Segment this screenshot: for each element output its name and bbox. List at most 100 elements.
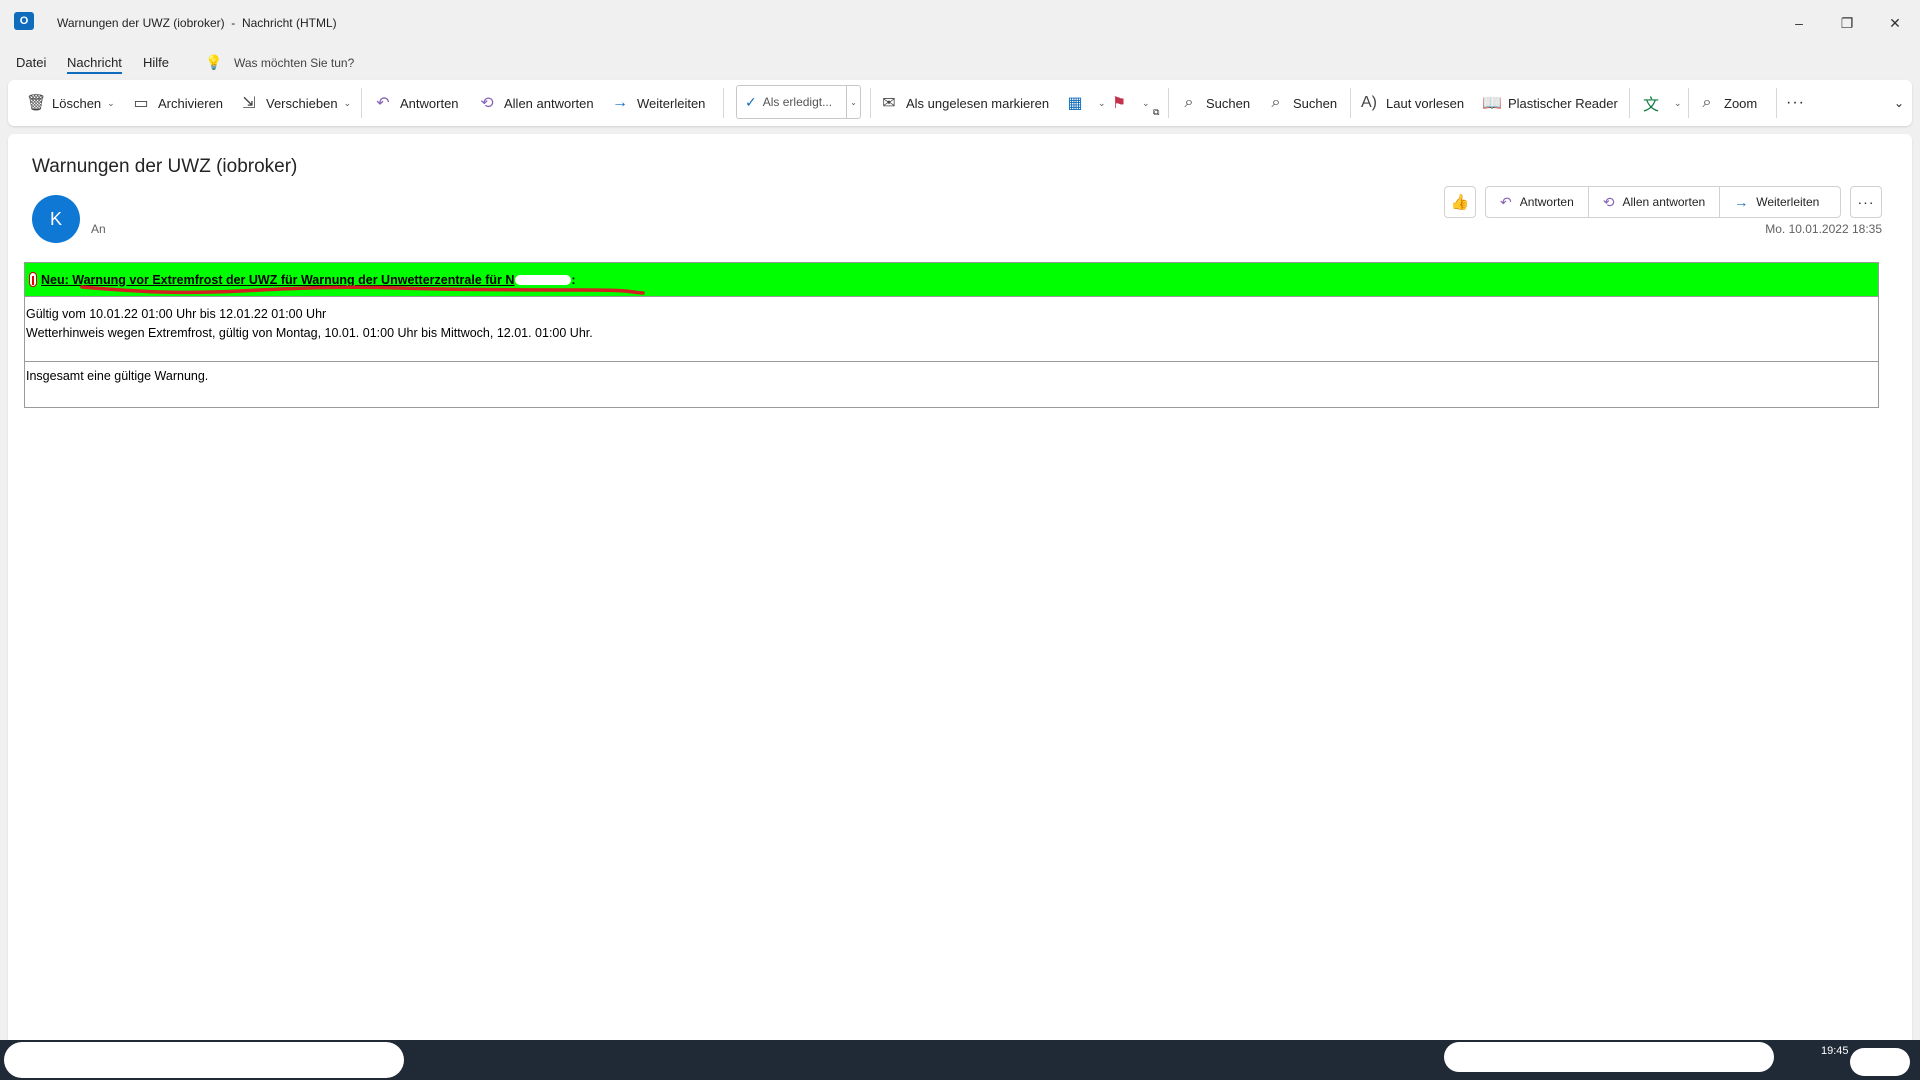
more-options-icon: ··· [1857, 194, 1875, 210]
redacted-area [515, 274, 572, 285]
message-more-button[interactable]: ··· [1850, 186, 1882, 218]
ribbon-divider [361, 88, 362, 118]
forward-button[interactable]: → Weiterleiten [611, 80, 705, 126]
taskbar-clock[interactable]: 19:45 [1821, 1045, 1849, 1057]
ribbon-group-launcher[interactable]: ⧉ [1153, 88, 1159, 118]
restore-icon: ❐ [1840, 14, 1854, 31]
move-button[interactable]: ⇲ Verschieben ⌄ [240, 80, 351, 126]
message-reply-all-button[interactable]: ⟲ Allen antworten [1587, 187, 1719, 217]
menu-nachricht[interactable]: Nachricht [67, 55, 122, 74]
read-aloud-icon: A) [1361, 94, 1377, 111]
reply-icon: ↶ [376, 95, 390, 112]
forward-arrow-icon: → [1734, 194, 1749, 210]
message-pane: Warnungen der UWZ (iobroker) K An 👍 ↶ An… [8, 134, 1912, 1040]
reply-all-icon: ⟲ [480, 95, 494, 112]
zoom-button[interactable]: ⌕ Zoom [1698, 80, 1758, 126]
move-folder-icon: ⇲ [242, 95, 256, 112]
reply-button[interactable]: ↶ Antworten [374, 80, 459, 126]
message-date: Mo. 10.01.2022 18:35 [1765, 222, 1882, 236]
outlook-icon: O [14, 12, 34, 30]
red-annotation-underline [80, 285, 645, 295]
warning-details-row: Gültig vom 10.01.22 01:00 Uhr bis 12.01.… [25, 297, 1878, 362]
title-bar: O Warnungen der UWZ (iobroker) - Nachric… [0, 0, 1920, 48]
flag-button[interactable]: ⚑ ⌄ [1110, 80, 1150, 126]
avatar-initial: K [49, 208, 62, 229]
search-button[interactable]: ⌕ Suchen [1267, 80, 1338, 126]
envelope-icon: ✉ [882, 95, 896, 112]
menu-hilfe[interactable]: Hilfe [143, 55, 169, 70]
ribbon-divider [1688, 88, 1689, 118]
close-button[interactable]: ✕ [1872, 8, 1918, 38]
zoom-label: Zoom [1724, 95, 1758, 111]
search-label: Suchen [1293, 95, 1338, 111]
message-reply-label: Antworten [1519, 195, 1574, 209]
to-label: An [91, 222, 106, 236]
forward-label: Weiterleiten [637, 95, 706, 111]
categorize-button[interactable]: ▦ ⌄ [1066, 80, 1106, 126]
checkmark-icon: ✓ [745, 93, 757, 110]
find-label: Suchen [1206, 95, 1251, 111]
minimize-button[interactable]: – [1776, 8, 1822, 38]
sender-avatar[interactable]: K [32, 195, 80, 243]
chevron-down-icon: ⌄ [1098, 97, 1106, 108]
ribbon-divider [723, 88, 724, 118]
zoom-icon: ⌕ [1702, 94, 1712, 111]
immersive-reader-button[interactable]: 📖 Plastischer Reader [1482, 80, 1618, 126]
move-label: Verschieben [266, 95, 338, 111]
categorize-grid-icon: ▦ [1067, 95, 1083, 112]
trash-icon: 🗑 [26, 95, 47, 112]
immersive-reader-icon: 📖 [1482, 95, 1502, 112]
chevron-down-icon[interactable]: ⌄ [107, 98, 115, 109]
message-forward-button[interactable]: → Weiterleiten [1719, 187, 1833, 217]
ribbon-toolbar: 🗑 Löschen ⌄ ▭ Archivieren ⇲ Verschieben … [8, 80, 1912, 126]
forward-arrow-icon: → [612, 94, 628, 111]
like-button[interactable]: 👍 [1444, 186, 1476, 218]
thumbs-up-icon: 👍 [1450, 194, 1470, 211]
archive-button[interactable]: ▭ Archivieren [132, 80, 223, 126]
archive-icon: ▭ [133, 95, 149, 112]
archive-label: Archivieren [158, 95, 224, 111]
window-title: Warnungen der UWZ (iobroker) - Nachricht… [57, 16, 337, 30]
read-aloud-button[interactable]: A) Laut vorlesen [1360, 80, 1464, 126]
chevron-down-icon: ⌄ [343, 97, 352, 108]
chevron-down-icon: ⌄ [1674, 97, 1682, 108]
ribbon-expand-button[interactable]: ⌄ [1894, 80, 1904, 126]
message-reply-all-label: Allen antworten [1622, 195, 1706, 209]
warning-table: Neu: Warnung vor Extremfrost der UWZ für… [24, 262, 1879, 408]
message-subject: Warnungen der UWZ (iobroker) [32, 156, 298, 177]
quickstep-dropdown[interactable]: ✓ Als erledigt... ⌄ [736, 85, 861, 119]
thermometer-icon [29, 272, 37, 287]
find-button[interactable]: ⌕ Suchen [1180, 80, 1251, 126]
close-icon: ✕ [1889, 14, 1901, 31]
chevron-down-icon[interactable]: ⌄ [846, 86, 860, 118]
redacted-taskbar-left [4, 1042, 404, 1078]
ribbon-divider [1629, 88, 1630, 118]
warning-summary-row: Insgesamt eine gültige Warnung. [25, 362, 1878, 407]
message-actions: ↶ Antworten ⟲ Allen antworten → Weiterle… [1485, 186, 1841, 218]
message-reply-button[interactable]: ↶ Antworten [1486, 187, 1588, 217]
delete-button[interactable]: 🗑 Löschen ⌄ [26, 80, 115, 126]
mark-unread-button[interactable]: ✉ Als ungelesen markieren [880, 80, 1049, 126]
redacted-taskbar-corner [1850, 1048, 1910, 1076]
lightbulb-icon: 💡 [205, 54, 223, 70]
search-icon: ⌕ [1184, 94, 1194, 111]
warning-detail-text: Wetterhinweis wegen Extremfrost, gültig … [26, 326, 593, 340]
tell-me-search[interactable]: Was möchten Sie tun? [234, 56, 354, 70]
warning-header-row: Neu: Warnung vor Extremfrost der UWZ für… [25, 263, 1878, 297]
translate-icon: 文 [1642, 97, 1659, 114]
reply-label: Antworten [400, 95, 459, 111]
ribbon-more-button[interactable]: ··· [1786, 80, 1805, 126]
ribbon-divider [870, 88, 871, 118]
translate-button[interactable]: 文 ⌄ [1642, 80, 1682, 126]
mark-unread-label: Als ungelesen markieren [906, 95, 1050, 111]
reply-all-label: Allen antworten [504, 95, 594, 111]
search-info-icon: ⌕ [1271, 94, 1281, 111]
restore-button[interactable]: ❐ [1824, 8, 1870, 38]
reply-all-button[interactable]: ⟲ Allen antworten [478, 80, 594, 126]
menu-datei[interactable]: Datei [16, 55, 46, 70]
ribbon-divider [1350, 88, 1351, 118]
more-options-icon: ··· [1786, 94, 1805, 111]
delete-label: Löschen [52, 95, 102, 111]
read-aloud-label: Laut vorlesen [1386, 95, 1465, 111]
ribbon-divider [1776, 88, 1777, 118]
